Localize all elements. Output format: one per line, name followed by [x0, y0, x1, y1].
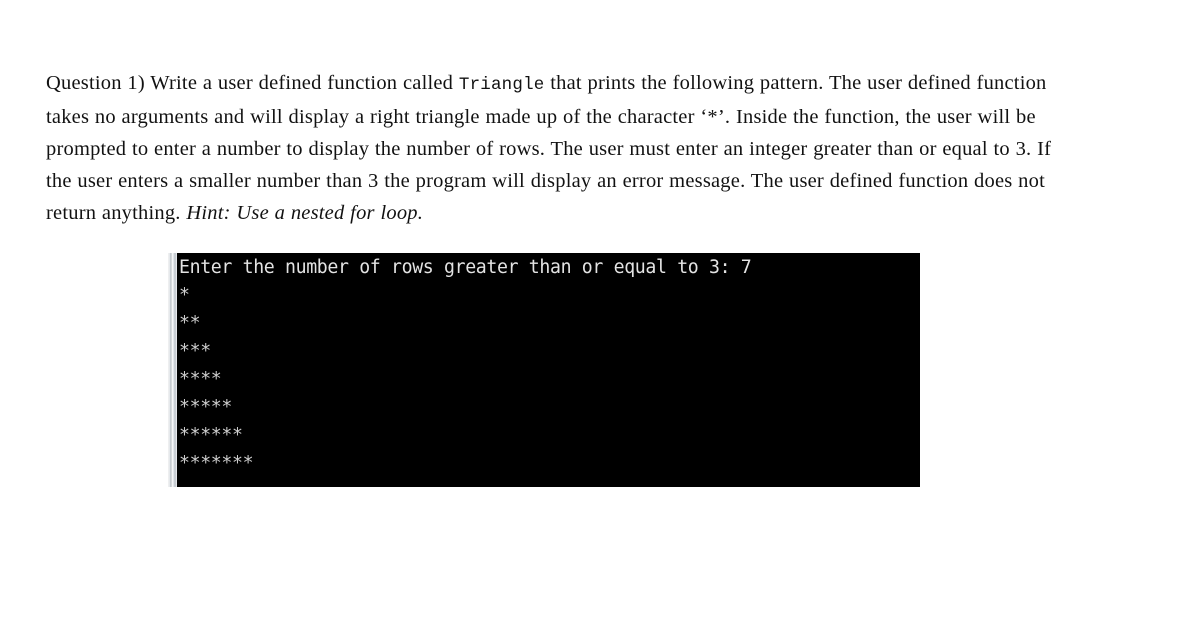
console-output-row-3: ***: [179, 341, 211, 362]
question-hint: Hint: Use a nested for loop.: [186, 202, 424, 225]
console-left-gutter: [168, 253, 177, 487]
console-output-row-1: *: [179, 285, 190, 306]
console-output-row-5: *****: [179, 397, 232, 418]
console-output-row-4: ****: [179, 369, 222, 390]
console-output-row-7: *******: [179, 453, 254, 474]
question-text-part-1: Question 1) Write a user defined functio…: [46, 71, 459, 94]
question-paragraph: Question 1) Write a user defined functio…: [46, 67, 1056, 230]
console-output-row-2: **: [179, 313, 201, 334]
console-prompt-line: Enter the number of rows greater than or…: [179, 257, 752, 278]
console-output-row-6: ******: [179, 425, 243, 446]
console-screen[interactable]: Enter the number of rows greater than or…: [177, 253, 920, 487]
question-block: Question 1) Write a user defined functio…: [46, 46, 1056, 250]
console-output-window[interactable]: Enter the number of rows greater than or…: [168, 253, 920, 487]
inline-code-triangle: Triangle: [458, 74, 545, 95]
